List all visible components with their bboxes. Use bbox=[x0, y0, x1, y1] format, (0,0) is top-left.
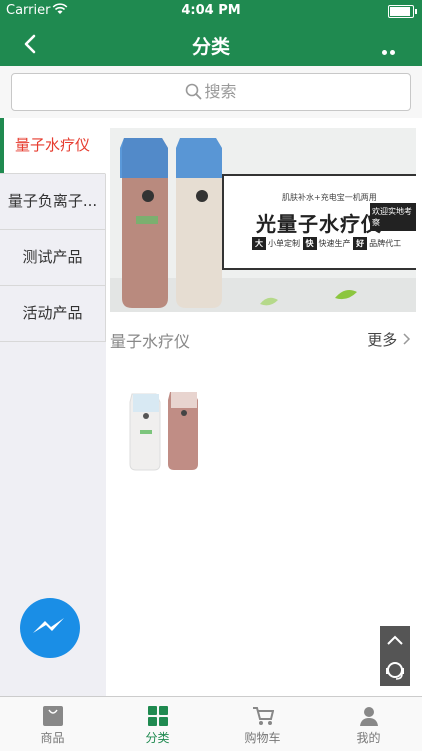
promo-banner[interactable]: 肌肤补水+充电宝一机两用 光量子水疗仪 欢迎实地考察 大小单定制 快快速生产 好… bbox=[110, 128, 416, 312]
tab-label: 我的 bbox=[356, 731, 381, 745]
banner-tag: 欢迎实地考察 bbox=[370, 203, 416, 231]
tab-label: 商品 bbox=[40, 731, 65, 745]
more-link[interactable]: 更多 bbox=[367, 329, 412, 350]
section-title: 量子水疗仪 bbox=[110, 332, 191, 351]
banner-subtitle: 肌肤补水+充电宝一机两用 bbox=[282, 193, 377, 202]
messenger-button[interactable] bbox=[20, 598, 80, 658]
tab-label: 购物车 bbox=[244, 731, 281, 745]
cart-icon bbox=[252, 707, 274, 725]
sidebar-item-label: 量子负离子... bbox=[7, 192, 98, 210]
sidebar-item-label: 测试产品 bbox=[22, 248, 83, 266]
sidebar-item-label: 量子水疗仪 bbox=[14, 136, 90, 154]
tab-label: 分类 bbox=[145, 731, 170, 745]
search-icon bbox=[186, 83, 202, 100]
tab-products[interactable]: 商品 bbox=[0, 697, 105, 751]
search-bar: 搜索 bbox=[0, 66, 422, 119]
content-panel: 肌肤补水+充电宝一机两用 光量子水疗仪 欢迎实地考察 大小单定制 快快速生产 好… bbox=[106, 118, 422, 696]
sidebar-item-negative-ion[interactable]: 量子负离子... bbox=[0, 174, 106, 230]
search-input[interactable]: 搜索 bbox=[11, 73, 411, 111]
tab-mine[interactable]: 我的 bbox=[316, 697, 421, 751]
sidebar-item-quantum-spa[interactable]: 量子水疗仪 bbox=[0, 118, 106, 174]
bag-icon bbox=[42, 706, 63, 726]
badge-text: 小单定制 bbox=[268, 239, 300, 248]
banner-badges: 大小单定制 快快速生产 好品牌代工 bbox=[252, 237, 402, 250]
nav-bar: 分类 bbox=[0, 22, 422, 74]
more-link-label: 更多 bbox=[367, 331, 398, 349]
sidebar-item-activity-product[interactable]: 活动产品 bbox=[0, 286, 106, 342]
sidebar-item-label: 活动产品 bbox=[22, 304, 83, 322]
messenger-icon bbox=[33, 618, 64, 633]
floating-tools bbox=[380, 626, 410, 686]
chevron-right-icon bbox=[403, 333, 411, 345]
badge-mark: 大 bbox=[252, 237, 266, 250]
sidebar-item-test-product[interactable]: 测试产品 bbox=[0, 230, 106, 286]
tab-cart[interactable]: 购物车 bbox=[210, 697, 315, 751]
tab-bar: 商品 分类 购物车 我的 bbox=[0, 696, 422, 751]
more-menu-icon[interactable] bbox=[382, 40, 404, 74]
status-bar: Carrier 4:04 PM bbox=[0, 0, 422, 22]
banner-title: 光量子水疗仪 bbox=[256, 212, 382, 236]
tab-category[interactable]: 分类 bbox=[105, 697, 210, 751]
product-thumbnail[interactable] bbox=[120, 376, 218, 476]
battery-icon bbox=[388, 5, 417, 18]
badge-text: 品牌代工 bbox=[369, 239, 402, 248]
search-placeholder: 搜索 bbox=[204, 82, 237, 101]
page-title: 分类 bbox=[191, 36, 230, 58]
badge-mark: 好 bbox=[353, 237, 368, 250]
badge-text: 快速生产 bbox=[318, 239, 351, 248]
person-icon bbox=[359, 707, 378, 726]
customer-service-icon[interactable] bbox=[380, 656, 410, 686]
scroll-top-icon[interactable] bbox=[380, 626, 410, 656]
clock: 4:04 PM bbox=[181, 3, 241, 18]
grid-icon bbox=[147, 706, 168, 726]
badge-mark: 快 bbox=[302, 237, 317, 250]
